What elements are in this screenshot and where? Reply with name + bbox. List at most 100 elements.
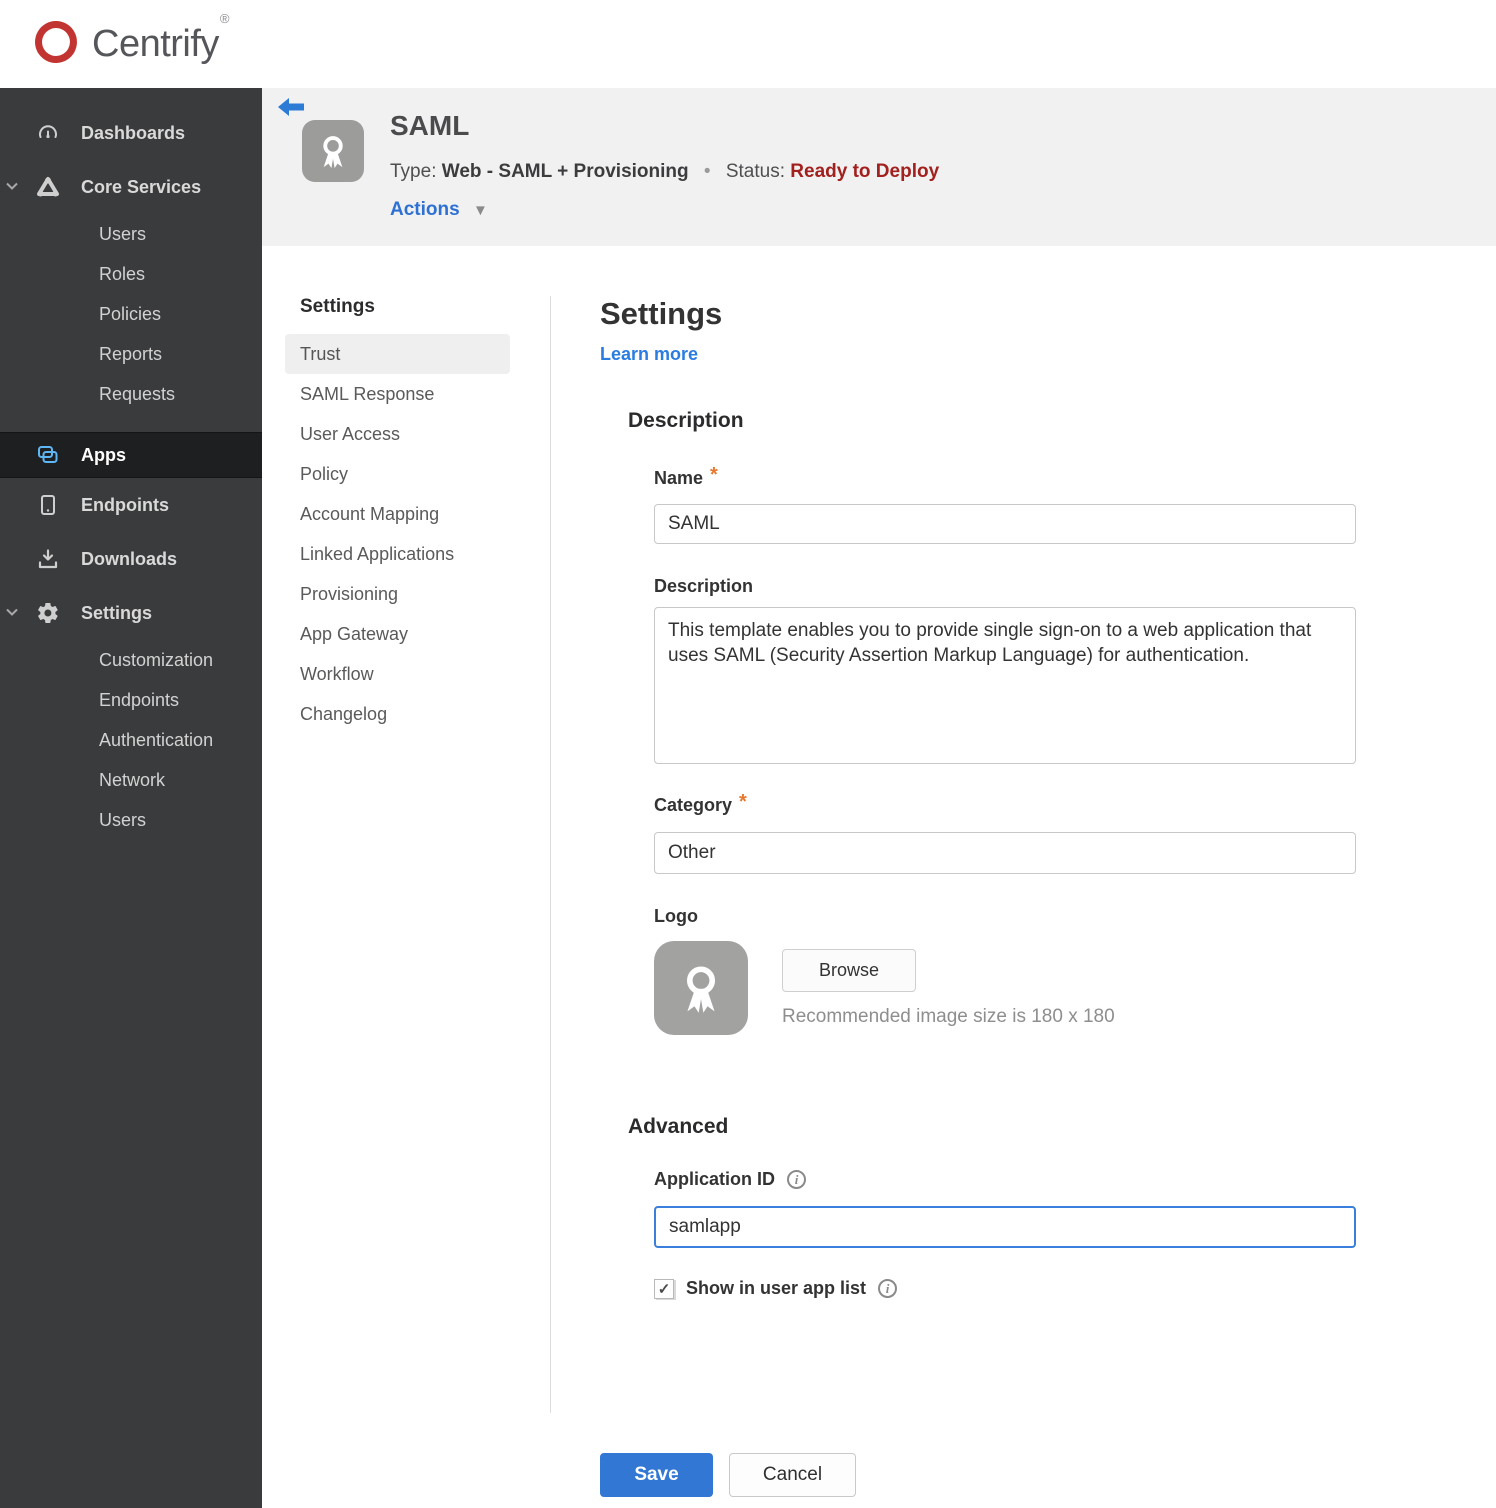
settings-subnav: Settings Trust SAML Response User Access… (262, 296, 550, 1508)
sidebar-item-label: Settings (81, 602, 153, 623)
subnav-item-saml-response[interactable]: SAML Response (285, 374, 510, 414)
subnav-item-workflow[interactable]: Workflow (285, 654, 510, 694)
info-icon[interactable]: i (878, 1279, 898, 1298)
description-section: Description Name * Description This templ… (628, 409, 1360, 1035)
ribbon-icon (686, 966, 716, 1013)
app-meta: Type: Web - SAML + Provisioning • Status… (390, 161, 939, 183)
sidebar-item-label: Endpoints (81, 494, 169, 515)
advanced-section-heading: Advanced (628, 1115, 729, 1138)
sidebar-item-settings-users[interactable]: Users (0, 800, 262, 840)
show-in-user-app-list-label: Show in user app list (686, 1278, 867, 1298)
sidebar-item-reports[interactable]: Reports (0, 334, 262, 374)
app-header: SAML Type: Web - SAML + Provisioning • S… (262, 88, 1496, 246)
sidebar-item-apps[interactable]: Apps (0, 432, 262, 478)
sidebar-item-settings-endpoints[interactable]: Endpoints (0, 680, 262, 720)
sidebar-item-core-services[interactable]: Core Services (0, 160, 262, 214)
chevron-down-icon[interactable] (6, 606, 18, 618)
chevron-down-icon[interactable] (6, 180, 18, 192)
description-section-heading: Description (628, 409, 744, 432)
gauge-icon (36, 121, 60, 145)
core-services-icon (36, 175, 60, 199)
registered-mark: ® (219, 10, 230, 26)
status-label: Status: (725, 161, 785, 182)
download-icon (36, 547, 60, 571)
subnav-item-linked-applications[interactable]: Linked Applications (285, 534, 510, 574)
actions-menu-button[interactable]: Actions ▼ (390, 199, 488, 221)
browse-button[interactable]: Browse (782, 949, 916, 992)
ribbon-icon (323, 136, 343, 169)
sidebar-item-requests[interactable]: Requests (0, 374, 262, 414)
page-title: Settings (600, 296, 723, 331)
subnav-item-trust[interactable]: Trust (285, 334, 510, 374)
subnav-title: Settings (300, 296, 375, 317)
gear-icon (36, 601, 60, 625)
description-field-group: Description This template enables you to… (654, 576, 1360, 764)
subnav-item-user-access[interactable]: User Access (285, 414, 510, 454)
caret-down-icon: ▼ (472, 202, 488, 219)
name-label: Name (654, 468, 704, 488)
logo-hint-text: Recommended image size is 180 x 180 (782, 1006, 1115, 1027)
category-field-group: Category * (654, 791, 1360, 874)
sidebar-item-authentication[interactable]: Authentication (0, 720, 262, 760)
show-in-user-app-list-checkbox[interactable]: ✓ (654, 1278, 674, 1299)
save-button[interactable]: Save (600, 1453, 713, 1497)
category-label: Category (654, 795, 733, 815)
content-area: SAML Type: Web - SAML + Provisioning • S… (262, 88, 1496, 1508)
required-asterisk: * (710, 464, 718, 486)
sidebar-item-dashboards[interactable]: Dashboards (0, 106, 262, 160)
apps-icon (36, 443, 60, 467)
subnav-item-changelog[interactable]: Changelog (285, 694, 510, 734)
subnav-item-policy[interactable]: Policy (285, 454, 510, 494)
cancel-button[interactable]: Cancel (729, 1453, 856, 1497)
sidebar-item-label: Dashboards (81, 122, 186, 143)
brand: Centrify® (30, 10, 230, 73)
application-id-field-group: Application ID i (654, 1169, 1360, 1248)
type-label: Type: (390, 161, 437, 182)
subnav-item-app-gateway[interactable]: App Gateway (285, 614, 510, 654)
meta-separator: • (703, 161, 711, 182)
subnav-list: Trust SAML Response User Access Policy A… (285, 334, 510, 734)
advanced-section: Advanced Application ID i ✓ Show in user… (628, 1115, 1360, 1299)
tablet-icon (36, 493, 60, 517)
page-body: Settings Trust SAML Response User Access… (262, 246, 1496, 1508)
sidebar-item-label: Downloads (81, 548, 178, 569)
sidebar: Dashboards Core Services Users Roles Pol… (0, 88, 262, 1508)
sidebar-item-customization[interactable]: Customization (0, 640, 262, 680)
app-name: SAML (390, 110, 470, 141)
sidebar-item-label: Apps (81, 444, 126, 465)
sidebar-item-downloads[interactable]: Downloads (0, 532, 262, 586)
sidebar-item-network[interactable]: Network (0, 760, 262, 800)
logo-field-group: Logo Browse Recommended image size is 18… (654, 906, 1360, 1035)
name-input[interactable] (654, 504, 1356, 544)
status-value: Ready to Deploy (790, 161, 940, 182)
info-icon[interactable]: i (787, 1170, 806, 1189)
back-arrow-icon[interactable] (278, 98, 304, 118)
required-asterisk: * (739, 791, 747, 813)
centrify-logo-icon (30, 16, 82, 73)
app-logo-badge (302, 120, 364, 182)
logo-label: Logo (654, 906, 698, 926)
description-label: Description (654, 576, 754, 596)
top-bar: Centrify® (0, 0, 1496, 88)
app-logo-preview (654, 941, 748, 1035)
sidebar-item-settings[interactable]: Settings (0, 586, 262, 640)
vertical-divider (550, 296, 551, 1413)
sidebar-item-users[interactable]: Users (0, 214, 262, 254)
learn-more-link[interactable]: Learn more (600, 344, 698, 365)
description-textarea[interactable]: This template enables you to provide sin… (654, 607, 1356, 764)
brand-name: Centrify® (92, 10, 230, 65)
sidebar-item-endpoints[interactable]: Endpoints (0, 478, 262, 532)
subnav-item-provisioning[interactable]: Provisioning (285, 574, 510, 614)
sidebar-item-roles[interactable]: Roles (0, 254, 262, 294)
name-field-group: Name * (654, 464, 1360, 544)
sidebar-item-policies[interactable]: Policies (0, 294, 262, 334)
show-in-user-app-list-group: ✓ Show in user app list i (654, 1278, 1360, 1299)
settings-form: Settings Learn more Description Name * De… (600, 296, 1360, 1508)
subnav-item-account-mapping[interactable]: Account Mapping (285, 494, 510, 534)
form-footer: Save Cancel (600, 1453, 1360, 1497)
application-id-label: Application ID (654, 1169, 775, 1189)
type-value: Web - SAML + Provisioning (441, 161, 689, 182)
sidebar-item-label: Core Services (81, 176, 202, 197)
application-id-input[interactable] (654, 1206, 1356, 1248)
category-input[interactable] (654, 832, 1356, 874)
